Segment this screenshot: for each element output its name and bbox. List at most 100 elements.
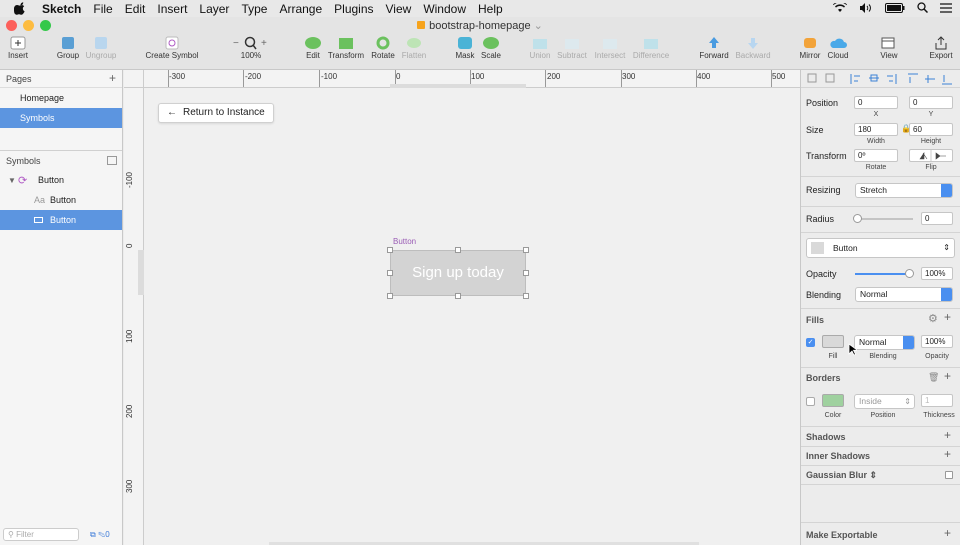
- resize-handle[interactable]: [387, 247, 393, 253]
- border-enabled-checkbox[interactable]: [806, 397, 815, 406]
- divider: [801, 176, 960, 177]
- add-border-icon[interactable]: +: [944, 369, 951, 383]
- add-page-icon[interactable]: +: [109, 71, 116, 85]
- page-item-homepage[interactable]: Homepage: [0, 88, 122, 108]
- ruler-selection-range: [390, 84, 526, 88]
- layer-text[interactable]: Aa Button: [0, 190, 122, 210]
- disclosure-triangle-icon[interactable]: ▼: [8, 176, 18, 185]
- menu-layer[interactable]: Layer: [193, 2, 235, 16]
- trash-icon[interactable]: 🗑: [928, 372, 939, 383]
- menu-type[interactable]: Type: [235, 2, 273, 16]
- fill-blend-select[interactable]: Normal: [854, 335, 915, 350]
- rotate-input[interactable]: 0º: [854, 149, 898, 162]
- radius-slider-knob[interactable]: [853, 214, 862, 223]
- layer-symbol-master[interactable]: ▼ ⟳ Button: [0, 170, 122, 190]
- create-symbol-button[interactable]: Create Symbol: [137, 36, 207, 60]
- thickness-label: Thickness: [923, 412, 955, 419]
- resize-handle[interactable]: [387, 270, 393, 276]
- collapse-icon[interactable]: [107, 156, 117, 165]
- difference-button[interactable]: Difference: [626, 36, 676, 60]
- opacity-slider[interactable]: [855, 273, 911, 275]
- fill-opacity-input[interactable]: 100%: [921, 335, 953, 348]
- export-button[interactable]: Export: [916, 36, 960, 60]
- y-label: Y: [928, 111, 934, 118]
- view-button[interactable]: View: [864, 36, 914, 60]
- volume-icon[interactable]: [859, 2, 873, 16]
- color-label: Color: [824, 412, 842, 419]
- border-thickness-input[interactable]: 1: [921, 394, 953, 407]
- add-fill-icon[interactable]: +: [944, 310, 951, 324]
- menu-file[interactable]: File: [87, 2, 118, 16]
- gaussian-blur-header[interactable]: Gaussian Blur ⇕: [806, 470, 877, 481]
- filter-options[interactable]: ⧉ ✎0: [90, 530, 110, 540]
- menu-plugins[interactable]: Plugins: [328, 2, 379, 16]
- radius-input[interactable]: 0: [921, 212, 953, 225]
- add-shadow-icon[interactable]: +: [944, 428, 951, 442]
- insert-button[interactable]: Insert: [0, 36, 43, 60]
- menu-app[interactable]: Sketch: [36, 2, 87, 16]
- pages-header: Pages +: [0, 70, 122, 88]
- vertical-ruler[interactable]: -100 0 100 200 300: [124, 88, 144, 545]
- zoom-control[interactable]: − +100%: [226, 36, 276, 60]
- radius-slider[interactable]: [857, 218, 913, 220]
- page-item-symbols[interactable]: Symbols: [0, 108, 122, 128]
- horizontal-ruler[interactable]: -300 -200 -100 0 100 200 300 400 500: [144, 70, 800, 88]
- position-x-input[interactable]: 0: [854, 96, 898, 109]
- ruler-selection-range: [138, 250, 144, 295]
- menu-arrange[interactable]: Arrange: [273, 2, 328, 16]
- canvas[interactable]: -300 -200 -100 0 100 200 300 400 500 -10…: [124, 70, 800, 545]
- border-position-select[interactable]: Inside ⇕: [854, 394, 915, 409]
- scale-button[interactable]: Scale: [466, 36, 516, 60]
- blending-select[interactable]: Normal: [855, 287, 953, 302]
- search-icon[interactable]: [917, 1, 929, 16]
- layer-rectangle[interactable]: Button: [0, 210, 122, 230]
- menu-help[interactable]: Help: [472, 2, 509, 16]
- resize-handle[interactable]: [387, 293, 393, 299]
- opacity-slider-knob[interactable]: [905, 269, 914, 278]
- svg-text:+: +: [261, 38, 267, 49]
- menu-view[interactable]: View: [380, 2, 418, 16]
- resize-handle[interactable]: [455, 247, 461, 253]
- make-exportable-header[interactable]: Make Exportable: [806, 530, 878, 540]
- resize-handle[interactable]: [523, 293, 529, 299]
- symbol-button[interactable]: Sign up today: [390, 250, 526, 296]
- height-input[interactable]: 60: [909, 123, 953, 136]
- chevron-down-icon[interactable]: ⌄: [534, 20, 543, 32]
- resizing-select[interactable]: Stretch: [855, 183, 953, 198]
- add-inner-shadow-icon[interactable]: +: [944, 447, 951, 461]
- battery-icon[interactable]: [885, 2, 905, 16]
- opacity-input[interactable]: 100%: [921, 267, 953, 280]
- shared-style-select[interactable]: Button ⇕: [806, 238, 955, 258]
- resize-handle[interactable]: [523, 247, 529, 253]
- resize-handle[interactable]: [523, 270, 529, 276]
- width-input[interactable]: 180: [854, 123, 898, 136]
- menu-insert[interactable]: Insert: [151, 2, 193, 16]
- position-y-input[interactable]: 0: [909, 96, 953, 109]
- align-icons[interactable]: [801, 70, 960, 88]
- wifi-icon[interactable]: [833, 1, 847, 16]
- symbol-filter-icon[interactable]: ⧉: [90, 530, 96, 539]
- filter-input[interactable]: ⚲ Filter: [3, 528, 79, 541]
- divider: [801, 522, 960, 523]
- menu-edit[interactable]: Edit: [119, 2, 152, 16]
- fill-enabled-checkbox[interactable]: ✓: [806, 338, 815, 347]
- flatten-button[interactable]: Flatten: [389, 36, 439, 60]
- gear-icon[interactable]: ⚙: [928, 312, 938, 325]
- add-export-icon[interactable]: +: [944, 526, 951, 540]
- backward-button[interactable]: Backward: [728, 36, 778, 60]
- list-icon[interactable]: [940, 2, 952, 16]
- border-color-swatch[interactable]: [822, 394, 844, 407]
- ruler-label: 100: [471, 72, 485, 81]
- ruler-label: -100: [321, 72, 338, 81]
- menu-window[interactable]: Window: [417, 2, 472, 16]
- return-to-instance-button[interactable]: ← Return to Instance: [158, 103, 274, 123]
- fill-color-swatch[interactable]: [822, 335, 844, 348]
- flip-control[interactable]: [909, 149, 953, 162]
- ungroup-button[interactable]: Ungroup: [76, 36, 126, 60]
- ruler-label: -300: [169, 72, 186, 81]
- artboard-label[interactable]: Button: [393, 237, 416, 246]
- apple-icon[interactable]: [14, 2, 28, 16]
- resize-handle[interactable]: [455, 293, 461, 299]
- cloud-button[interactable]: Cloud: [813, 36, 863, 60]
- blur-checkbox[interactable]: [945, 471, 953, 479]
